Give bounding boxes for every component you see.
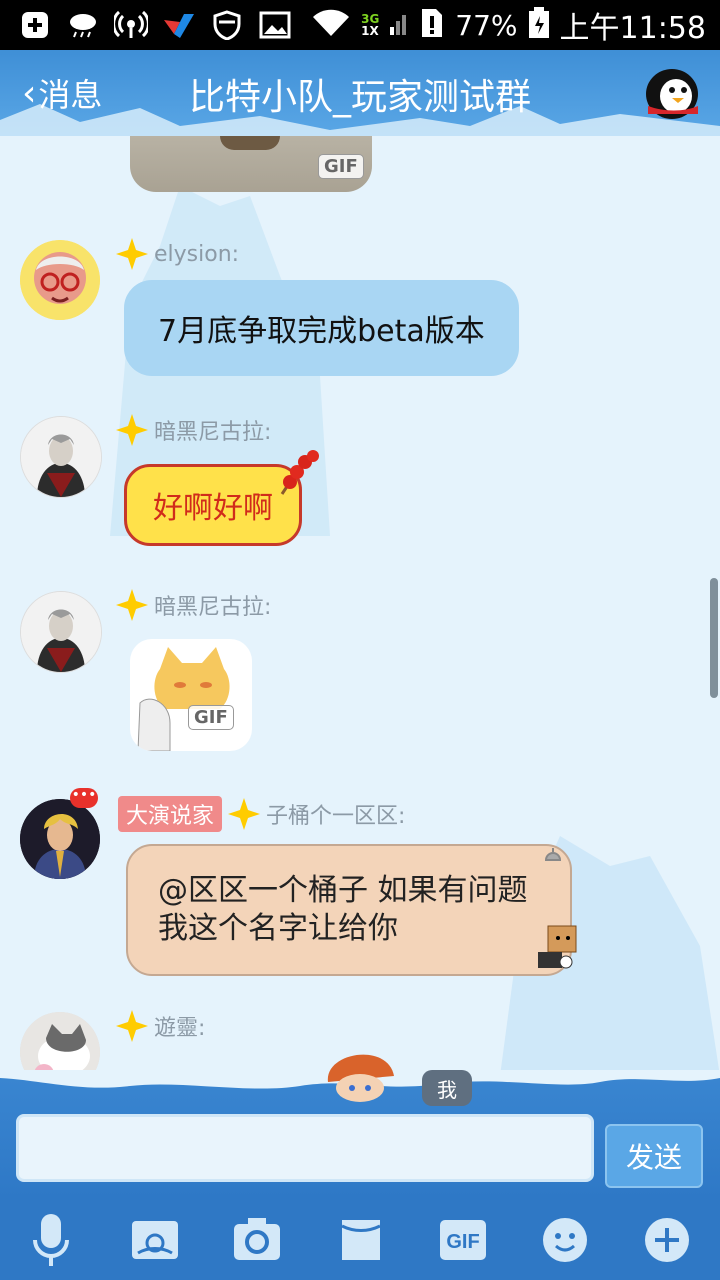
gif-icon[interactable]: GIF [436, 1214, 490, 1266]
battery-icon [528, 7, 550, 43]
lamp-icon [544, 848, 562, 861]
battery-percent: 77% [455, 8, 518, 42]
message-text: 7月底争取完成beta版本 [158, 314, 485, 349]
add-icon [18, 10, 52, 40]
sender-row: 暗黑尼古拉: [116, 414, 271, 446]
wifi-icon [311, 8, 351, 42]
message-gif-partial[interactable]: GIF [130, 136, 372, 192]
chat-area[interactable]: GIF elysion: 7月底争取完成beta版本 暗黑尼古拉: 好啊好啊 暗… [0, 136, 720, 1070]
penguin-icon [646, 69, 698, 119]
weather-icon [66, 10, 100, 40]
message-text: 好啊好啊 [153, 491, 273, 526]
folder-icon[interactable] [334, 1214, 388, 1266]
message-bubble[interactable]: 7月底争取完成beta版本 [124, 280, 519, 376]
camera-icon[interactable] [230, 1214, 284, 1266]
app-icon [162, 10, 196, 40]
page-title: 比特小队_玩家测试群 [188, 77, 531, 118]
composer-bar: 我 发送 [0, 1054, 720, 1200]
sim-alert-icon [419, 7, 445, 43]
member-star-icon [116, 1010, 148, 1042]
image-icon [258, 10, 292, 40]
network-indicator: 3G 1X [361, 12, 380, 38]
bottom-toolbar: GIF [0, 1200, 720, 1280]
sender-row: 大演说家 子桶个一区区: [118, 796, 405, 832]
title-badge: 大演说家 [118, 796, 223, 832]
message-text-line: @区区一个桶子 如果有问题 [158, 873, 528, 908]
emoji-icon[interactable] [538, 1214, 592, 1266]
avatar[interactable] [20, 416, 102, 498]
avatar[interactable] [20, 591, 102, 673]
clock: 上午11:58 [559, 11, 706, 46]
unread-dots-badge: ••• [70, 788, 98, 808]
me-label: 我 [422, 1070, 472, 1106]
avatar[interactable] [20, 1012, 100, 1070]
avatar[interactable] [20, 240, 100, 320]
gif-badge: GIF [318, 154, 364, 179]
message-gif[interactable]: GIF [130, 639, 252, 751]
hotspot-icon [114, 10, 148, 40]
message-text-line: 我这个名字让给你 [158, 911, 398, 946]
signal-icon [389, 9, 409, 41]
profile-penguin-button[interactable] [642, 64, 704, 122]
cat-sticker-image [137, 647, 230, 751]
microphone-icon[interactable] [24, 1214, 78, 1266]
send-button[interactable]: 发送 [605, 1124, 703, 1188]
shield-icon [210, 10, 244, 40]
sender-name: 暗黑尼古拉: [154, 595, 272, 620]
sender-name: 子桶个一区区: [266, 804, 406, 829]
mascot-character-icon [327, 1054, 394, 1102]
sender-name: 遊靈: [154, 1016, 206, 1041]
status-bar: 3G 1X 77% 上午11:58 [0, 0, 720, 50]
scrollbar[interactable] [710, 578, 718, 698]
sender-row: elysion: [116, 238, 239, 270]
avatar[interactable] [20, 799, 100, 879]
member-star-icon [116, 414, 148, 446]
sender-row: 暗黑尼古拉: [116, 589, 271, 621]
member-star-icon [116, 238, 148, 270]
message-input[interactable] [16, 1114, 594, 1182]
gif-badge: GIF [188, 705, 234, 730]
member-star-icon [228, 798, 261, 830]
plus-icon[interactable] [640, 1214, 694, 1266]
sender-row: 遊靈: [116, 1010, 205, 1042]
svg-text:GIF: GIF [446, 1231, 479, 1253]
theme-icon[interactable] [128, 1214, 182, 1266]
candied-haws-icon [280, 450, 319, 495]
box-character-icon [538, 925, 577, 969]
sender-name: 暗黑尼古拉: [154, 420, 272, 445]
sender-name: elysion: [154, 241, 240, 267]
member-star-icon [116, 589, 148, 621]
message-bubble[interactable]: @区区一个桶子 如果有问题 我这个名字让给你 [126, 844, 572, 976]
title-bar: ‹ 消息 比特小队_玩家测试群 [0, 50, 720, 136]
gif-image [220, 136, 280, 150]
